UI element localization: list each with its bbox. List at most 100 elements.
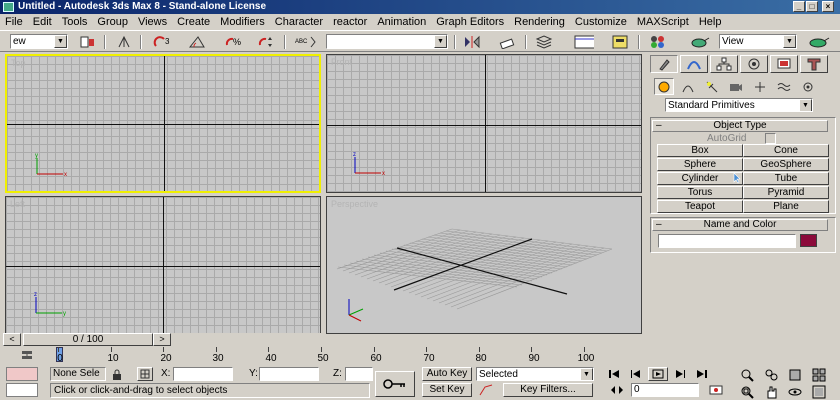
key-filters-button[interactable]: Key Filters... xyxy=(503,383,593,397)
selection-filter-dropdown[interactable]: ew ▼ xyxy=(10,34,68,49)
systems-icon[interactable] xyxy=(798,78,818,95)
maxscript-listener-mini[interactable] xyxy=(6,367,38,381)
minimize-button[interactable]: _ xyxy=(793,1,805,12)
select-move-icon[interactable] xyxy=(114,34,134,50)
create-tab-icon[interactable] xyxy=(650,55,678,73)
close-button[interactable]: × xyxy=(822,1,834,12)
viewport-top[interactable]: Top yx xyxy=(5,54,321,193)
display-tab-icon[interactable] xyxy=(770,55,798,73)
motion-tab-icon[interactable] xyxy=(740,55,768,73)
current-frame-input[interactable]: 0 xyxy=(631,383,699,397)
pan-icon[interactable] xyxy=(760,384,782,399)
viewport-label[interactable]: Front xyxy=(331,57,352,67)
absolute-mode-icon[interactable] xyxy=(137,367,153,381)
zoom-region-icon[interactable] xyxy=(736,384,758,399)
box-button[interactable]: Box xyxy=(657,144,743,157)
object-color-swatch[interactable] xyxy=(800,234,817,247)
menu-views[interactable]: Views xyxy=(133,14,172,30)
viewport-front[interactable]: Front zx xyxy=(326,54,642,193)
hierarchy-tab-icon[interactable] xyxy=(710,55,738,73)
time-slider[interactable]: < 0 / 100 > xyxy=(3,333,323,346)
object-type-rollout-header[interactable]: – Object Type xyxy=(652,120,828,132)
cameras-icon[interactable] xyxy=(726,78,746,95)
go-to-start-icon[interactable] xyxy=(604,367,624,381)
menu-rendering[interactable]: Rendering xyxy=(509,14,570,30)
y-coordinate-input[interactable] xyxy=(259,367,319,381)
percent-snap-icon[interactable]: % xyxy=(223,34,243,50)
angle-snap-icon[interactable] xyxy=(187,34,207,50)
maximize-button[interactable]: □ xyxy=(806,1,818,12)
prev-frame-button[interactable]: < xyxy=(3,333,21,346)
helpers-icon[interactable] xyxy=(750,78,770,95)
x-coordinate-input[interactable] xyxy=(173,367,233,381)
track-bar[interactable]: 0 10 20 30 40 50 60 70 80 90 100 xyxy=(0,347,640,367)
modify-tab-icon[interactable] xyxy=(680,55,708,73)
prev-key-icon[interactable] xyxy=(626,367,646,381)
teapot-button[interactable]: Teapot xyxy=(657,200,743,213)
render-type-dropdown[interactable]: View ▼ xyxy=(719,34,797,49)
curve-editor-mini-icon[interactable] xyxy=(17,349,37,363)
viewport-left[interactable]: Left zy xyxy=(5,196,321,334)
lock-selection-icon[interactable] xyxy=(110,368,124,380)
next-key-icon[interactable] xyxy=(670,367,690,381)
menu-graph-editors[interactable]: Graph Editors xyxy=(431,14,509,30)
set-key-button[interactable]: Set Key xyxy=(422,383,472,397)
play-icon[interactable] xyxy=(648,367,668,381)
quick-render-icon[interactable] xyxy=(806,34,832,50)
select-by-name-icon[interactable] xyxy=(78,34,98,50)
next-frame-button[interactable]: > xyxy=(153,333,171,346)
layer-manager-icon[interactable] xyxy=(534,34,554,50)
geometry-icon[interactable] xyxy=(654,78,674,95)
menu-animation[interactable]: Animation xyxy=(372,14,431,30)
spinner-snap-icon[interactable] xyxy=(256,34,276,50)
set-key-mode-icon[interactable] xyxy=(375,371,415,397)
maxscript-input-mini[interactable] xyxy=(6,383,38,397)
viewport-label[interactable]: Top xyxy=(11,58,26,68)
key-mode-toggle-icon[interactable] xyxy=(606,383,628,397)
menu-group[interactable]: Group xyxy=(92,14,133,30)
primitive-category-dropdown[interactable]: Standard Primitives ▼ xyxy=(665,98,813,112)
align-icon[interactable] xyxy=(497,34,517,50)
name-color-rollout-header[interactable]: – Name and Color xyxy=(652,219,828,231)
menu-customize[interactable]: Customize xyxy=(570,14,632,30)
tube-button[interactable]: Tube xyxy=(743,172,829,185)
menu-tools[interactable]: Tools xyxy=(57,14,93,30)
lights-icon[interactable] xyxy=(702,78,722,95)
edit-named-selection-icon[interactable]: ABC xyxy=(294,34,320,50)
menu-file[interactable]: File xyxy=(0,14,28,30)
zoom-extents-icon[interactable] xyxy=(784,367,806,382)
render-scene-icon[interactable] xyxy=(690,34,710,50)
curve-editor-icon[interactable] xyxy=(574,34,594,50)
time-configuration-icon[interactable] xyxy=(706,383,726,397)
named-selection-dropdown[interactable]: ▼ xyxy=(326,34,448,49)
schematic-view-icon[interactable] xyxy=(610,34,630,50)
time-slider-thumb[interactable]: 0 / 100 xyxy=(23,333,153,346)
shapes-icon[interactable] xyxy=(678,78,698,95)
plane-button[interactable]: Plane xyxy=(743,200,829,213)
menu-help[interactable]: Help xyxy=(694,14,727,30)
arc-rotate-icon[interactable] xyxy=(784,384,806,399)
menu-character[interactable]: Character xyxy=(270,14,328,30)
key-mode-dropdown[interactable]: Selected ▼ xyxy=(476,367,594,381)
zoom-all-icon[interactable] xyxy=(760,367,782,382)
menu-maxscript[interactable]: MAXScript xyxy=(632,14,694,30)
maximize-viewport-icon[interactable] xyxy=(808,384,830,399)
auto-key-button[interactable]: Auto Key xyxy=(422,367,472,381)
viewport-label[interactable]: Left xyxy=(10,199,25,209)
cylinder-button[interactable]: Cylinder xyxy=(657,172,743,185)
mirror-icon[interactable] xyxy=(462,34,482,50)
menu-reactor[interactable]: reactor xyxy=(328,14,372,30)
viewport-perspective[interactable]: Perspective xyxy=(326,196,642,334)
menu-edit[interactable]: Edit xyxy=(28,14,57,30)
autogrid-checkbox[interactable] xyxy=(765,133,776,144)
sphere-button[interactable]: Sphere xyxy=(657,158,743,171)
pyramid-button[interactable]: Pyramid xyxy=(743,186,829,199)
spacewarps-icon[interactable] xyxy=(774,78,794,95)
torus-button[interactable]: Torus xyxy=(657,186,743,199)
cone-button[interactable]: Cone xyxy=(743,144,829,157)
zoom-icon[interactable] xyxy=(736,367,758,382)
z-coordinate-input[interactable] xyxy=(345,367,373,381)
utilities-tab-icon[interactable] xyxy=(800,55,828,73)
zoom-extents-all-icon[interactable] xyxy=(808,367,830,382)
geosphere-button[interactable]: GeoSphere xyxy=(743,158,829,171)
